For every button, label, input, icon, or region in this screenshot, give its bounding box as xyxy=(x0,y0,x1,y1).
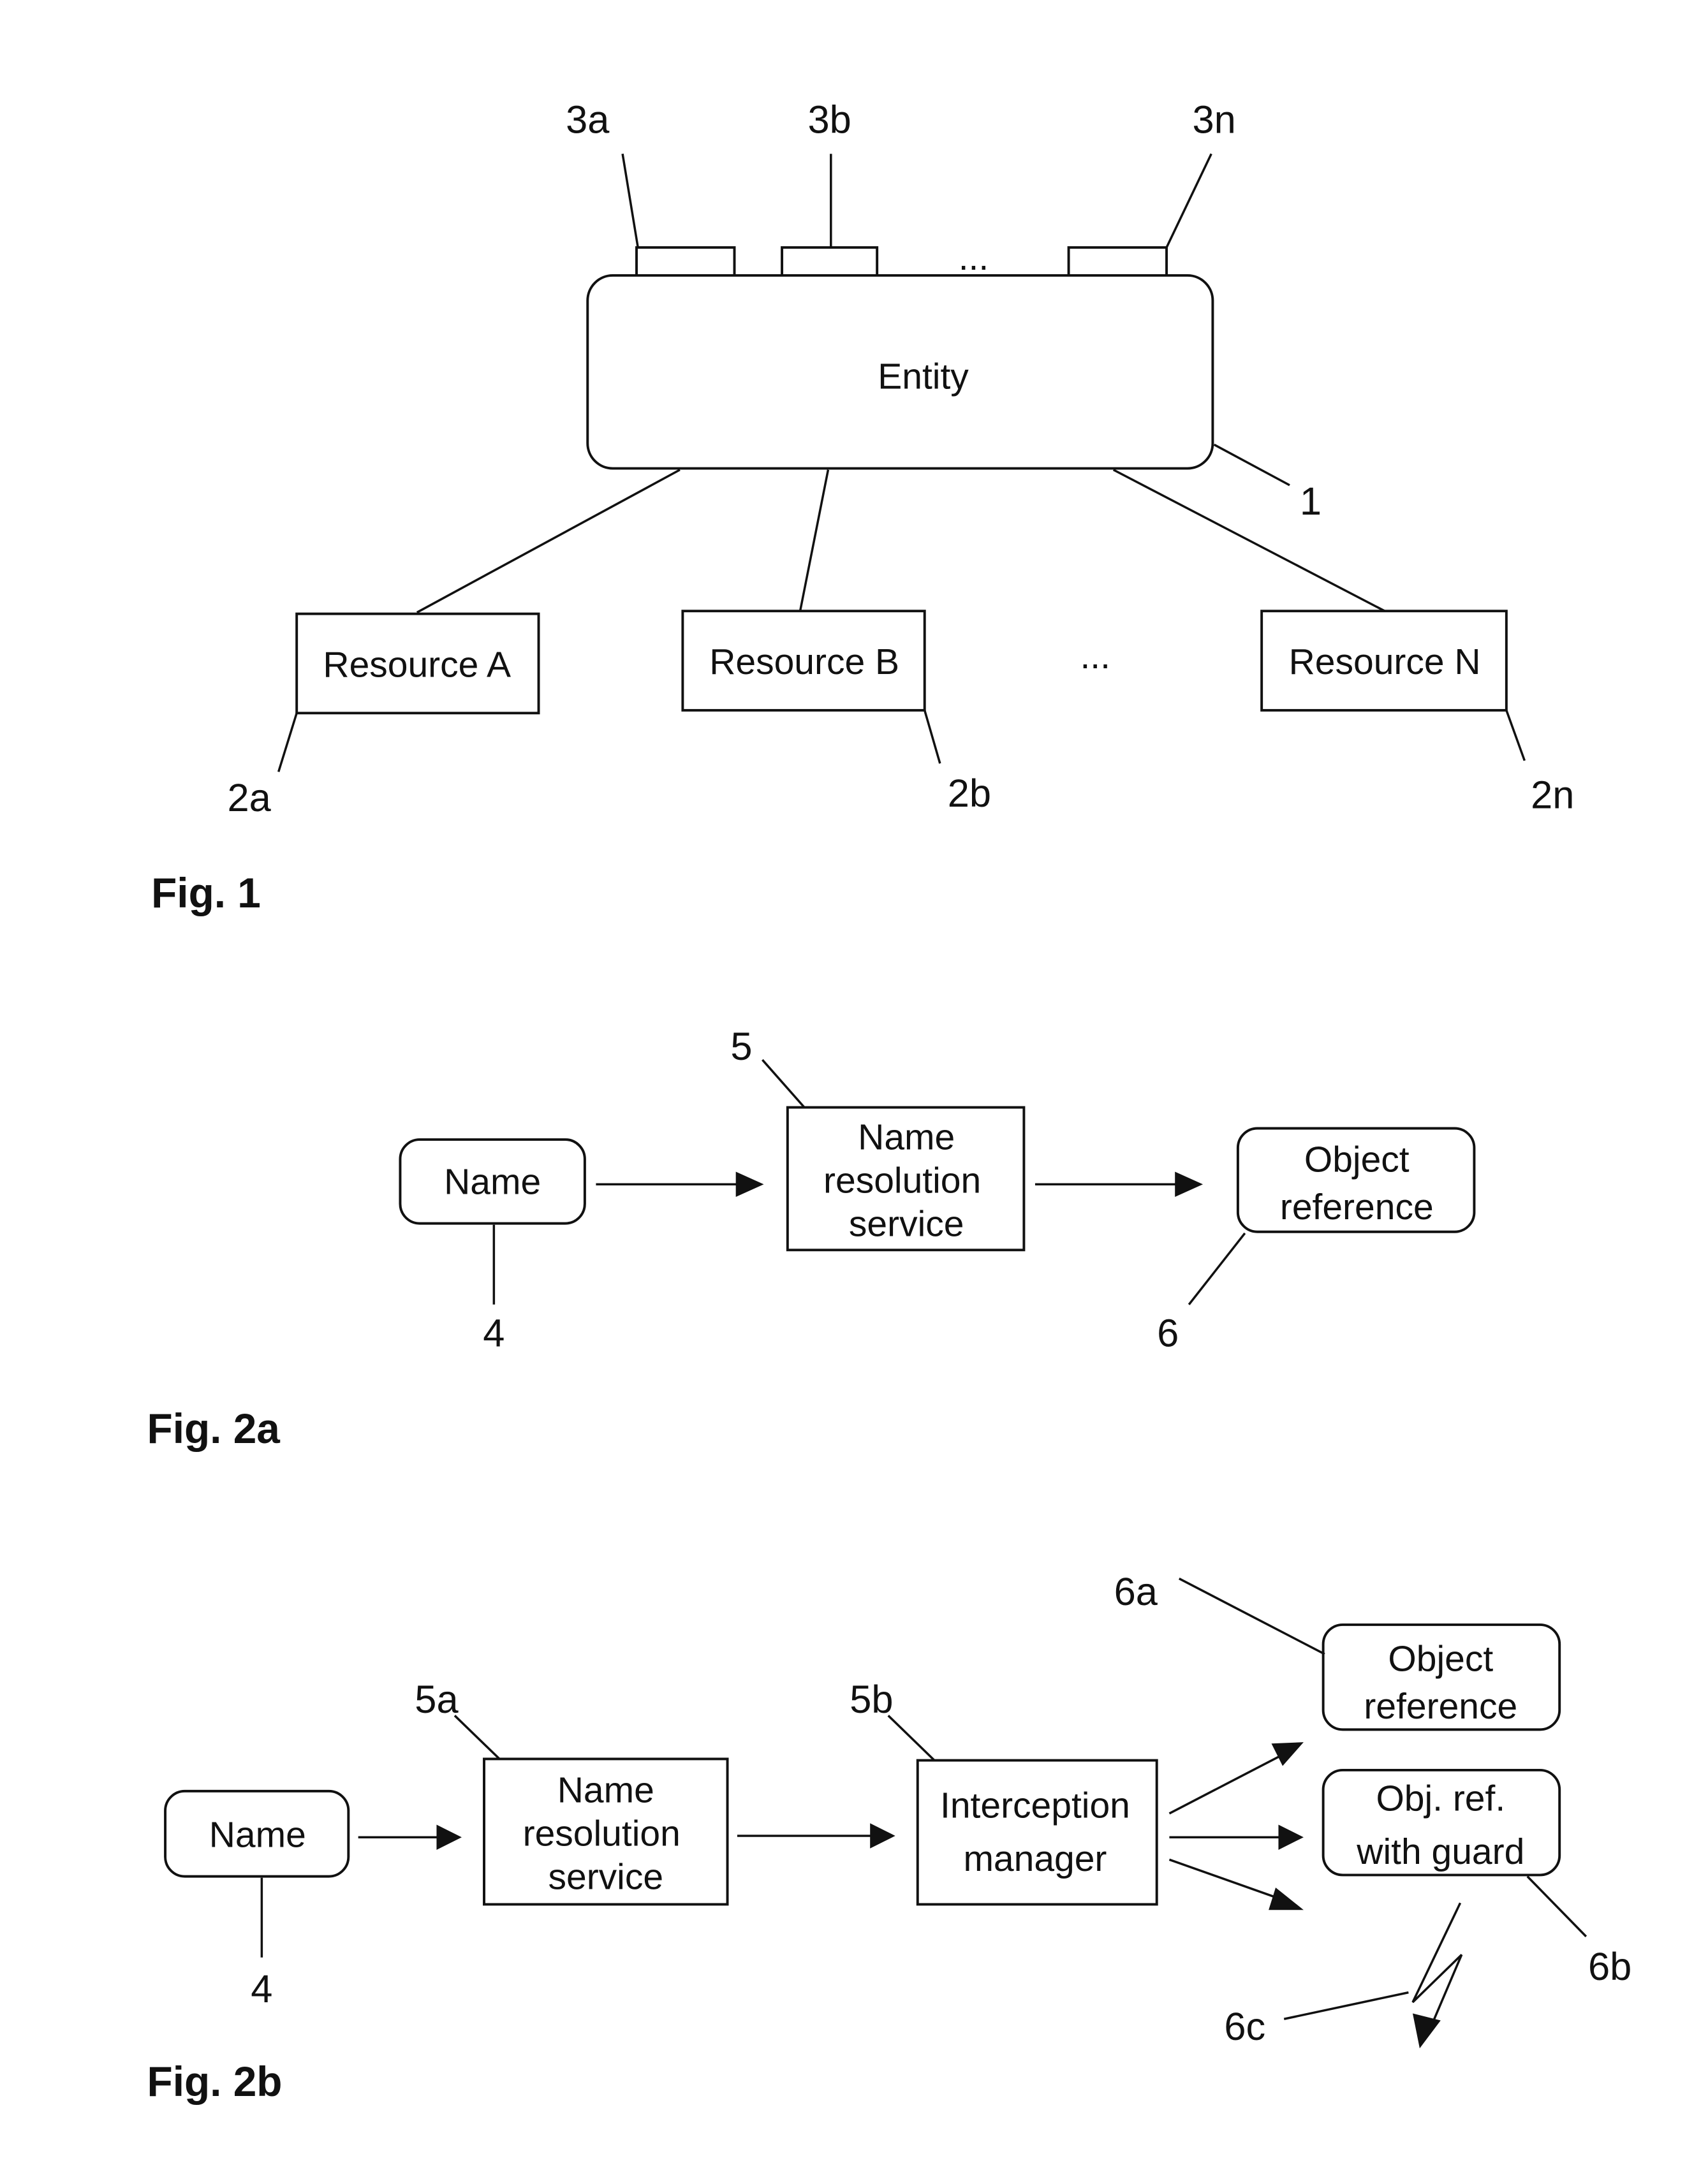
ports-ellipsis: ... xyxy=(959,237,989,278)
object-ref-2b-label-line-1: Object xyxy=(1388,1638,1493,1679)
ref-4-2b: 4 xyxy=(251,1967,272,2011)
ref-5a: 5a xyxy=(415,1678,459,1722)
resources-ellipsis: ... xyxy=(1080,636,1110,677)
guard-label-line-1: Obj. ref. xyxy=(1376,1778,1505,1819)
figure-1: ... 3a 3b 3n Entity 1 Resource A Resourc… xyxy=(151,98,1574,916)
ref-5: 5 xyxy=(730,1025,752,1069)
ref-6a: 6a xyxy=(1114,1570,1158,1614)
connector-entity-resource-n xyxy=(1112,469,1385,612)
figure-2a: Name 4 Name resolution service 5 Object … xyxy=(147,1025,1476,1452)
leader-1 xyxy=(1213,443,1290,487)
ref-2b: 2b xyxy=(948,772,991,816)
ref-6c: 6c xyxy=(1224,2005,1265,2049)
arrowhead-service-to-object-ref xyxy=(1175,1171,1204,1197)
service-label-line-3: service xyxy=(849,1203,964,1244)
leader-3n xyxy=(1165,153,1212,248)
ref-6: 6 xyxy=(1157,1312,1179,1356)
patent-drawing-sheet: ... 3a 3b 3n Entity 1 Resource A Resourc… xyxy=(147,98,1632,2105)
port-3b xyxy=(781,246,879,277)
exception-lightning-arrow xyxy=(1411,1902,1463,2031)
port-3n xyxy=(1067,246,1168,277)
arrow-interception-to-exception xyxy=(1168,1858,1281,1900)
leader-2n xyxy=(1505,710,1526,761)
service-2b-label-line-2: resolution xyxy=(523,1813,681,1854)
ref-4: 4 xyxy=(483,1312,504,1356)
figure-2b-caption: Fig. 2b xyxy=(147,2058,283,2105)
interception-label-line-2: manager xyxy=(963,1838,1107,1879)
leader-6 xyxy=(1188,1232,1246,1305)
ref-3a: 3a xyxy=(566,98,610,142)
ref-3b: 3b xyxy=(807,98,851,142)
arrow-interception-to-object-ref xyxy=(1168,1755,1281,1815)
leader-6a xyxy=(1178,1578,1325,1655)
name-label: Name xyxy=(444,1162,541,1203)
ref-1: 1 xyxy=(1300,480,1322,524)
service-label-line-2: resolution xyxy=(823,1160,981,1201)
object-ref-label-line-1: Object xyxy=(1304,1139,1410,1180)
interception-manager-box xyxy=(916,1759,1158,1906)
ref-3n: 3n xyxy=(1192,98,1235,142)
name-label-2b: Name xyxy=(209,1815,306,1856)
object-ref-label-line-2: reference xyxy=(1280,1187,1434,1228)
ref-6b: 6b xyxy=(1588,1945,1631,1989)
leader-6c xyxy=(1283,1991,1409,2020)
leader-5 xyxy=(762,1059,806,1108)
interception-label-line-1: Interception xyxy=(940,1785,1130,1826)
leader-5a xyxy=(453,1715,501,1760)
connector-entity-resource-b xyxy=(799,469,830,612)
leader-6b xyxy=(1526,1875,1587,1938)
service-label-line-1: Name xyxy=(858,1117,955,1157)
exception-arrowhead xyxy=(1412,2013,1441,2049)
resource-b-label: Resource B xyxy=(709,641,899,682)
entity-label: Entity xyxy=(878,356,969,397)
object-ref-2b-label-line-2: reference xyxy=(1364,1686,1517,1727)
leader-3a xyxy=(621,153,639,248)
ref-5b: 5b xyxy=(850,1678,893,1722)
figure-2b: Name 4 Name resolution service 5a Interc… xyxy=(147,1570,1632,2105)
arrowhead-name-to-service xyxy=(735,1171,764,1197)
leader-5b xyxy=(887,1715,936,1761)
arrowhead-interception-to-exception xyxy=(1269,1887,1304,1910)
resource-a-label: Resource A xyxy=(323,644,511,685)
leader-2a xyxy=(277,712,298,772)
ref-2n: 2n xyxy=(1531,773,1574,817)
figure-1-caption: Fig. 1 xyxy=(151,869,261,916)
resource-n-label: Resource N xyxy=(1289,641,1481,682)
arrowhead-interception-to-guard xyxy=(1278,1824,1304,1850)
arrowhead-interception-to-object-ref xyxy=(1271,1742,1304,1766)
port-3a xyxy=(635,246,736,277)
ref-2a: 2a xyxy=(227,776,271,820)
service-2b-label-line-3: service xyxy=(549,1856,664,1897)
connector-entity-resource-a xyxy=(416,469,681,613)
leader-2b xyxy=(924,710,941,764)
guard-label-line-2: with guard xyxy=(1356,1831,1524,1872)
figure-2a-caption: Fig. 2a xyxy=(147,1405,281,1452)
arrowhead-service-to-interception xyxy=(870,1823,895,1849)
service-2b-label-line-1: Name xyxy=(557,1770,654,1810)
arrowhead-name-to-service-2b xyxy=(436,1824,462,1850)
